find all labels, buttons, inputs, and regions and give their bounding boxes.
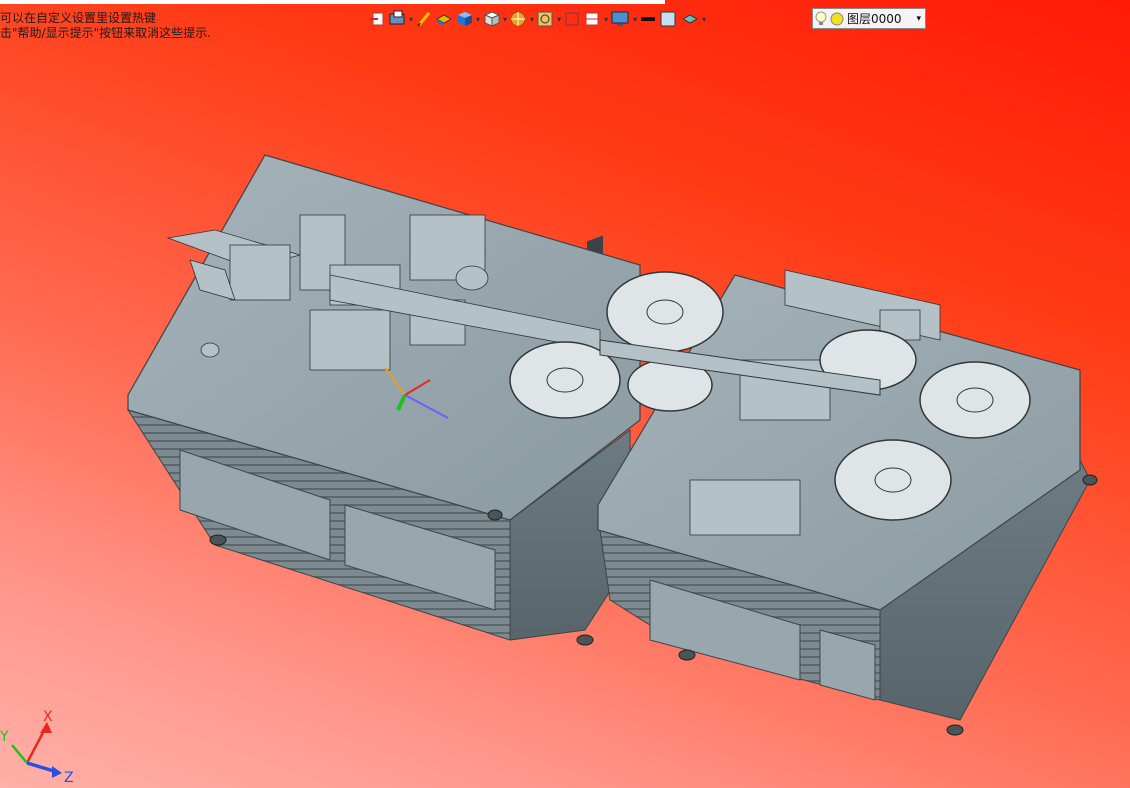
axis-z-label: Z xyxy=(64,770,74,786)
white-cube-icon xyxy=(483,11,501,27)
section-icon xyxy=(510,11,526,27)
layer-color-icon xyxy=(830,12,844,25)
chevron-down-icon[interactable]: ▾ xyxy=(916,14,921,24)
split-button[interactable]: ▾ xyxy=(583,8,608,30)
material-icon xyxy=(682,14,699,24)
exit-sketch-button[interactable] xyxy=(368,8,386,30)
line-color-icon xyxy=(641,17,656,21)
frame-button[interactable] xyxy=(563,8,581,30)
layer-name: 图层0000 xyxy=(847,12,902,26)
axis-x-label: X xyxy=(43,709,53,725)
frame-icon xyxy=(565,12,580,26)
fill-color-icon xyxy=(660,11,676,27)
view-toolbar: ▾ ▾ ▾ ▾ ▾ ▾ ▾ ▾ xyxy=(368,7,706,31)
render-mode-icon xyxy=(389,10,405,25)
view-cube-button[interactable]: ▾ xyxy=(455,8,480,30)
3d-viewport[interactable]: X Y Z xyxy=(0,0,1130,788)
render-mode-button[interactable]: ▾ xyxy=(388,8,413,30)
axis-y-label: Y xyxy=(0,729,9,745)
display-icon xyxy=(611,11,629,26)
zoom-button[interactable]: ▾ xyxy=(536,8,561,30)
pen-icon xyxy=(417,12,431,27)
light-bulb-icon xyxy=(815,11,827,25)
axis-triad: X Y Z xyxy=(0,709,74,786)
solid-box-icon xyxy=(436,14,453,26)
solid-box-button[interactable] xyxy=(435,8,453,30)
fill-color-button[interactable] xyxy=(659,8,679,30)
line-color-button[interactable] xyxy=(639,8,657,30)
white-cube-button[interactable]: ▾ xyxy=(482,8,507,30)
pen-button[interactable] xyxy=(415,8,433,30)
exit-sketch-icon xyxy=(370,12,384,26)
display-button[interactable]: ▾ xyxy=(610,8,637,30)
layer-selector[interactable]: 图层0000 ▾ xyxy=(812,8,926,29)
view-cube-icon xyxy=(458,12,473,26)
zoom-icon xyxy=(537,11,553,27)
material-button[interactable]: ▾ xyxy=(681,8,706,30)
section-button[interactable]: ▾ xyxy=(509,8,534,30)
split-icon xyxy=(585,12,599,26)
